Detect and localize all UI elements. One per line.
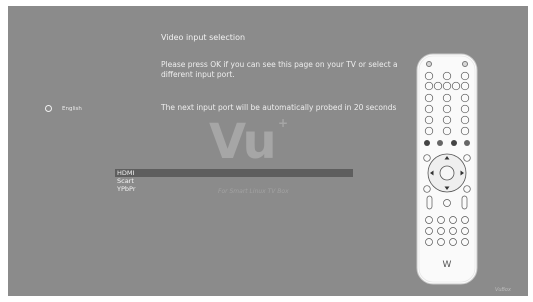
input-port-list: HDMI Scart YPbPr: [115, 169, 353, 193]
remote-control-icon: W: [416, 53, 478, 285]
tv-screen: Video input selection Please press OK if…: [8, 6, 528, 296]
port-option-hdmi[interactable]: HDMI: [115, 169, 353, 177]
vubox-logo: VuBox: [495, 287, 511, 293]
port-option-scart[interactable]: Scart: [115, 177, 353, 185]
language-option[interactable]: English: [45, 105, 82, 112]
page-title: Video input selection: [161, 33, 246, 42]
autoprobe-text: The next input port will be automaticall…: [161, 103, 397, 112]
watermark-brand: Vu: [209, 114, 277, 170]
language-label: English: [62, 105, 82, 112]
instruction-text: Please press OK if you can see this page…: [161, 60, 398, 79]
remote-brand-mark: W: [443, 260, 452, 270]
watermark-plus: +: [278, 116, 289, 130]
port-option-ypbpr[interactable]: YPbPr: [115, 185, 353, 193]
radio-icon: [45, 105, 52, 112]
